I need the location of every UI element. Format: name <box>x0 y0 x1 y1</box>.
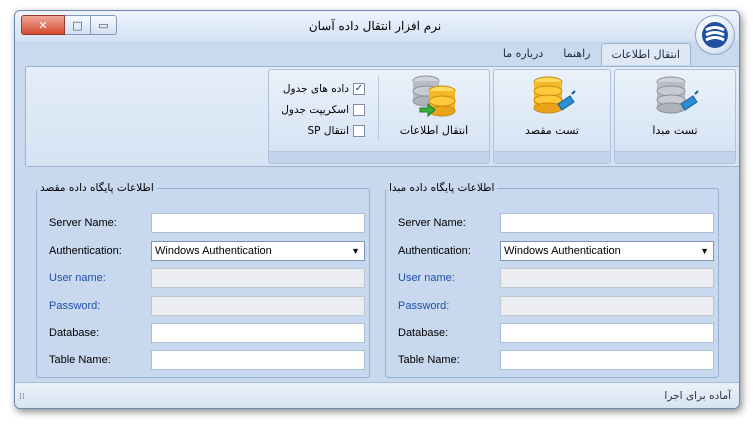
tab-help[interactable]: راهنما <box>553 43 600 65</box>
window-controls: ✕ □ ▭ <box>21 15 117 35</box>
option-label: انتقال SP <box>307 124 350 137</box>
maximize-button[interactable]: □ <box>65 15 91 35</box>
target-user-row: User name: <box>49 267 365 289</box>
database-plug-icon <box>656 76 699 114</box>
target-password-input[interactable] <box>151 296 365 316</box>
test-source-group: تست مبدا <box>614 69 736 164</box>
resize-grip-icon[interactable]: ⁞⁞ <box>19 392 25 402</box>
target-auth-row: Authentication: Windows Authentication ▼ <box>49 240 365 262</box>
source-password-label: Password: <box>398 300 450 312</box>
source-database-label: Database: <box>398 327 449 339</box>
dropdown-arrow-icon[interactable]: ▼ <box>700 246 709 256</box>
source-server-row: Server Name: <box>398 212 714 234</box>
source-db-panel: اطلاعات پایگاه داده مبدا Server Name: Au… <box>385 182 719 378</box>
target-table-row: Table Name: <box>49 349 365 371</box>
ribbon-tabs: انتقال اطلاعات راهنما درباره ما <box>493 43 691 65</box>
main-content: اطلاعات پایگاه داده مبدا Server Name: Au… <box>15 172 739 381</box>
source-db-legend: اطلاعات پایگاه داده مبدا <box>389 182 495 194</box>
ribbon-panel: تست مبدا تست مقصد انتقال اطلاعات ✓ داده … <box>25 66 739 167</box>
app-logo-icon[interactable] <box>695 15 735 55</box>
transfer-button[interactable]: انتقال اطلاعات <box>379 74 489 146</box>
test-target-group: تست مقصد <box>493 69 611 164</box>
source-server-label: Server Name: <box>398 217 466 229</box>
target-server-row: Server Name: <box>49 212 365 234</box>
source-auth-select[interactable]: Windows Authentication ▼ <box>500 241 714 261</box>
checkbox-checked-icon[interactable]: ✓ <box>353 82 365 95</box>
target-table-label: Table Name: <box>49 354 111 366</box>
target-auth-label: Authentication: <box>49 245 122 257</box>
source-user-row: User name: <box>398 267 714 289</box>
checkbox-icon[interactable] <box>353 103 365 116</box>
minimize-button[interactable]: ▭ <box>91 15 117 35</box>
transfer-label: انتقال اطلاعات <box>399 124 469 137</box>
target-database-row: Database: <box>49 322 365 344</box>
tab-about[interactable]: درباره ما <box>493 43 553 65</box>
transfer-options: ✓ داده های جدول اسکریپت جدول انتقال SP <box>270 78 365 141</box>
dropdown-arrow-icon[interactable]: ▼ <box>351 246 360 256</box>
source-table-input[interactable] <box>500 350 714 370</box>
title-bar: ✕ □ ▭ نرم افزار انتقال داده آسان <box>15 11 739 41</box>
source-server-input[interactable] <box>500 213 714 233</box>
status-text: آماده برای اجرا <box>664 390 731 402</box>
source-auth-value: Windows Authentication <box>504 245 621 257</box>
target-password-label: Password: <box>49 300 101 312</box>
source-password-row: Password: <box>398 295 714 317</box>
close-button[interactable]: ✕ <box>21 15 65 35</box>
option-label: داده های جدول <box>282 82 349 95</box>
source-table-row: Table Name: <box>398 349 714 371</box>
target-database-label: Database: <box>49 327 100 339</box>
target-user-input[interactable] <box>151 268 365 288</box>
target-password-row: Password: <box>49 295 365 317</box>
target-user-label: User name: <box>49 272 106 284</box>
source-auth-label: Authentication: <box>398 245 471 257</box>
window-title: نرم افزار انتقال داده آسان <box>308 19 442 33</box>
target-database-input[interactable] <box>151 323 365 343</box>
source-password-input[interactable] <box>500 296 714 316</box>
source-user-input[interactable] <box>500 268 714 288</box>
target-table-input[interactable] <box>151 350 365 370</box>
option-table-script[interactable]: اسکریپت جدول <box>270 99 365 120</box>
target-auth-select[interactable]: Windows Authentication ▼ <box>151 241 365 261</box>
transfer-group: انتقال اطلاعات ✓ داده های جدول اسکریپت ج… <box>268 69 490 164</box>
test-source-button[interactable]: تست مبدا <box>615 74 735 146</box>
option-table-data[interactable]: ✓ داده های جدول <box>270 78 365 99</box>
source-table-label: Table Name: <box>398 354 460 366</box>
target-auth-value: Windows Authentication <box>155 245 272 257</box>
target-db-legend: اطلاعات پایگاه داده مقصد <box>40 182 154 194</box>
source-user-label: User name: <box>398 272 455 284</box>
app-window: ✕ □ ▭ نرم افزار انتقال داده آسان انتقال … <box>14 10 740 409</box>
source-database-row: Database: <box>398 322 714 344</box>
target-server-label: Server Name: <box>49 217 117 229</box>
group-divider <box>378 76 379 140</box>
source-auth-row: Authentication: Windows Authentication ▼ <box>398 240 714 262</box>
test-source-label: تست مبدا <box>652 124 698 137</box>
checkbox-icon[interactable] <box>353 124 365 137</box>
group-footer <box>615 151 735 163</box>
group-footer <box>269 151 489 163</box>
group-footer <box>494 151 610 163</box>
test-target-button[interactable]: تست مقصد <box>494 74 610 146</box>
source-database-input[interactable] <box>500 323 714 343</box>
database-plug-gold-icon <box>533 76 576 114</box>
database-transfer-icon <box>412 75 456 118</box>
option-label: اسکریپت جدول <box>281 103 349 116</box>
tab-transfer[interactable]: انتقال اطلاعات <box>600 43 691 65</box>
status-bar: ⁞⁞ آماده برای اجرا <box>15 382 739 408</box>
option-transfer-sp[interactable]: انتقال SP <box>270 120 365 141</box>
target-server-input[interactable] <box>151 213 365 233</box>
test-target-label: تست مقصد <box>525 124 579 137</box>
target-db-panel: اطلاعات پایگاه داده مقصد Server Name: Au… <box>36 182 370 378</box>
